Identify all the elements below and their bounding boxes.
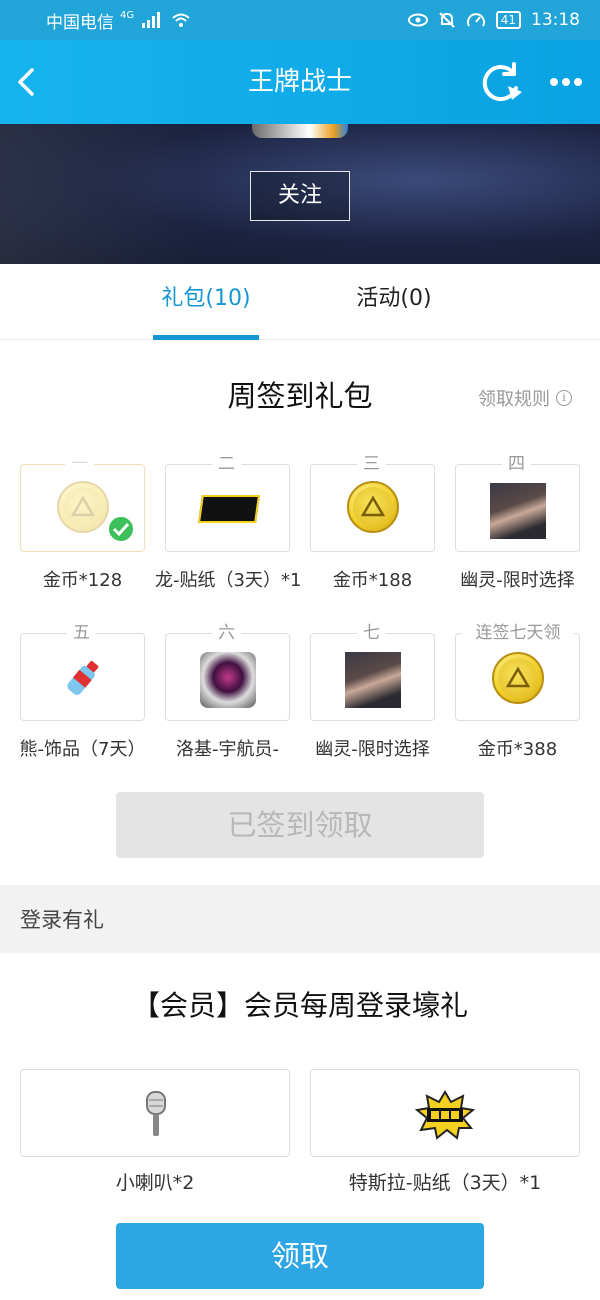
sticker-icon — [415, 1090, 475, 1140]
status-right: 41 13:18 — [407, 10, 580, 30]
member-login-title: 【会员】会员每周登录壕礼 — [131, 989, 468, 1022]
reward-name: 小喇叭*2 — [115, 1172, 195, 1194]
day-reward-name: 洛基-宇航员- — [176, 739, 279, 760]
signed-in-claimed-button[interactable]: 已签到领取 — [116, 792, 484, 858]
checkmark-icon — [107, 515, 135, 543]
coin-icon — [347, 481, 399, 533]
day-label: 五 — [67, 621, 96, 645]
mute-bell-icon — [439, 12, 455, 28]
game-banner: 关注 — [0, 124, 600, 264]
day-label: 四 — [502, 452, 531, 476]
day-card-3[interactable] — [310, 464, 435, 552]
carrier-name: 中国电信 — [46, 12, 114, 33]
tab-gifts[interactable]: 礼包(10) — [153, 284, 259, 314]
day-card-7[interactable] — [310, 633, 435, 721]
banner-light — [0, 124, 200, 264]
day-reward-name: 金币*388 — [477, 739, 558, 760]
refresh-icon[interactable] — [478, 60, 526, 104]
info-icon: i — [556, 390, 572, 406]
login-gift-label: 登录有礼 — [20, 908, 104, 932]
clock: 13:18 — [531, 10, 580, 30]
coin-icon — [57, 481, 109, 533]
tab-activities[interactable]: 活动(0) — [344, 284, 444, 314]
day-label: 三 — [357, 452, 386, 476]
day-label: 二 — [212, 452, 241, 476]
coin-icon — [492, 652, 544, 704]
login-gift-header: 登录有礼 — [0, 885, 600, 953]
day-card-4[interactable] — [455, 464, 580, 552]
battery-indicator: 41 — [495, 11, 521, 29]
game-avatar — [252, 124, 348, 138]
eye-icon — [407, 13, 428, 27]
day-label: 七 — [357, 621, 386, 645]
carrier-info: 中国电信 4G — [46, 8, 190, 33]
active-tab-indicator — [153, 335, 259, 340]
wifi-icon — [172, 13, 190, 27]
day-label: 六 — [212, 621, 241, 645]
rules-link-label: 领取规则 — [478, 389, 550, 410]
claim-button[interactable]: 领取 — [116, 1223, 484, 1289]
ghost-portrait-icon — [490, 483, 546, 539]
microphone-icon — [146, 1091, 166, 1136]
bottle-icon — [67, 661, 99, 695]
day-reward-name: 熊-饰品（7天） — [19, 739, 146, 760]
day-reward-name: 金币*188 — [332, 570, 413, 591]
follow-button[interactable]: 关注 — [250, 171, 350, 221]
rules-link[interactable]: 领取规则 i — [478, 385, 572, 411]
title-bar: 王牌战士 — [0, 40, 600, 124]
day-card-1[interactable] — [20, 464, 145, 552]
day-reward-name: 龙-贴纸（3天）*1 — [155, 570, 300, 591]
day-card-8[interactable] — [455, 633, 580, 721]
network-type: 4G — [120, 9, 135, 21]
astronaut-icon — [200, 652, 256, 708]
speedometer-icon — [466, 13, 485, 27]
day-card-5[interactable] — [20, 633, 145, 721]
tab-bar: 礼包(10) 活动(0) — [0, 264, 600, 340]
day-card-6[interactable] — [165, 633, 290, 721]
day-label: 连签七天领 — [462, 621, 574, 645]
signal-icon — [142, 12, 161, 28]
sticker-icon — [198, 495, 260, 523]
reward-card-sticker[interactable] — [310, 1069, 580, 1157]
day-label: 一 — [65, 452, 94, 476]
day-reward-name: 幽灵-限时选择 — [460, 570, 575, 591]
day-reward-name: 金币*128 — [42, 570, 123, 591]
ghost-portrait-icon — [345, 652, 401, 708]
reward-card-microphone[interactable] — [20, 1069, 290, 1157]
status-bar: 中国电信 4G 41 13:18 — [0, 0, 600, 40]
day-card-2[interactable] — [165, 464, 290, 552]
reward-name: 特斯拉-贴纸（3天）*1 — [348, 1172, 542, 1194]
day-reward-name: 幽灵-限时选择 — [315, 739, 430, 760]
more-icon[interactable] — [546, 64, 586, 100]
